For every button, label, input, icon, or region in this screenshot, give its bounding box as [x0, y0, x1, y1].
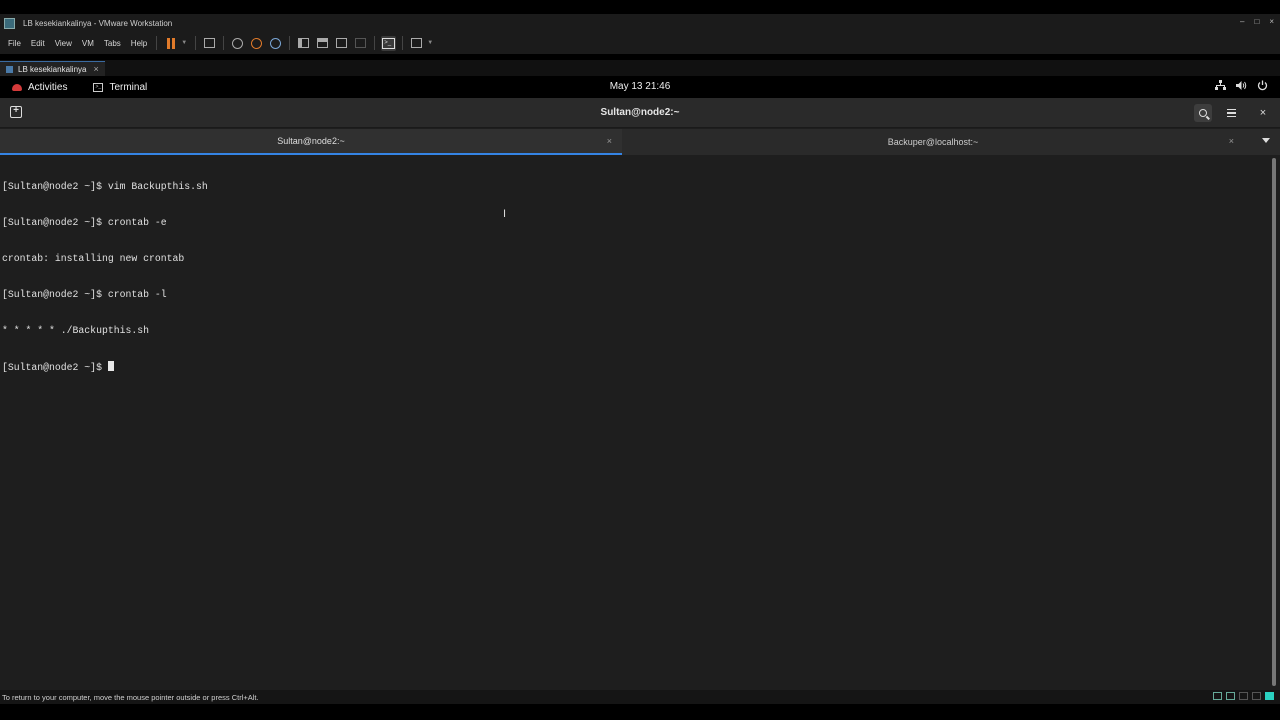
thumbnail-view-button[interactable]	[315, 36, 330, 51]
activities-button[interactable]: Activities	[12, 82, 67, 93]
usb-icon[interactable]	[1226, 692, 1235, 700]
send-ctrl-alt-del-button[interactable]	[202, 36, 217, 51]
message-icon[interactable]	[1265, 692, 1274, 700]
app-menu-terminal[interactable]: >_ Terminal	[93, 82, 147, 93]
tab-backuper-localhost[interactable]: Backuper@localhost:~ ×	[622, 129, 1244, 155]
stretch-guest-button[interactable]	[409, 36, 424, 51]
tab-sultan-node2[interactable]: Sultan@node2:~ ×	[0, 129, 622, 155]
snapshot-button[interactable]	[230, 36, 245, 51]
chevron-down-icon[interactable]	[1262, 138, 1270, 143]
terminal-headerbar: + Sultan@node2:~ ×	[0, 98, 1280, 128]
fullscreen-icon	[336, 38, 348, 48]
close-icon: ×	[1259, 107, 1267, 119]
thumbnail-icon	[317, 38, 329, 48]
menu-view[interactable]: View	[50, 39, 77, 48]
terminal-scrollbar[interactable]	[1272, 158, 1276, 686]
app-menu-label: Terminal	[109, 81, 148, 93]
menu-vm[interactable]: VM	[77, 39, 99, 48]
vmware-window-title: LB kesekiankalinya - VMware Workstation	[23, 18, 173, 28]
vmware-menubar: File Edit View VM Tabs Help ▼ >_ ▼	[0, 32, 1280, 54]
toolbar-separator	[402, 36, 404, 50]
stretch-icon	[411, 38, 423, 48]
terminal-output: [Sultan@node2 ~]$ vim Backupthis.sh [Sul…	[2, 157, 208, 397]
console-icon: >_	[382, 37, 396, 49]
menu-file[interactable]: File	[0, 39, 26, 48]
chevron-down-icon[interactable]: ▼	[181, 40, 187, 46]
clock[interactable]: May 13 21:46	[0, 76, 1280, 98]
status-message: To return to your computer, move the mou…	[2, 692, 259, 702]
terminal-prompt-line[interactable]: [Sultan@node2 ~]$	[2, 361, 208, 373]
toolbar-separator	[156, 36, 158, 50]
keyboard-icon	[204, 38, 216, 48]
snapshot-manager-button[interactable]	[268, 36, 283, 51]
network-icon	[1215, 80, 1226, 91]
vm-icon	[6, 65, 13, 73]
menu-tabs[interactable]: Tabs	[99, 39, 126, 48]
window-controls: – □ ×	[1240, 17, 1274, 26]
chevron-down-icon[interactable]: ▼	[427, 40, 433, 46]
toolbar-separator	[223, 36, 225, 50]
menu-edit[interactable]: Edit	[26, 39, 50, 48]
tab-label: Sultan@node2:~	[277, 136, 345, 146]
terminal-tabs: Sultan@node2:~ × Backuper@localhost:~ ×	[0, 129, 1280, 155]
close-window-icon[interactable]: ×	[1269, 17, 1274, 26]
clock-icon	[232, 37, 244, 49]
vmware-vm-tabs: LB kesekiankalinya ×	[0, 60, 1280, 76]
system-tray[interactable]	[1215, 80, 1268, 91]
display-icon[interactable]	[1252, 692, 1261, 700]
toolbar-separator	[374, 36, 376, 50]
terminal-line: crontab: installing new crontab	[2, 253, 185, 264]
close-icon[interactable]: ×	[93, 64, 98, 74]
library-view-button[interactable]	[296, 36, 311, 51]
search-button[interactable]	[1194, 104, 1212, 122]
vm-tab-lb-kesekiankalinya[interactable]: LB kesekiankalinya ×	[0, 61, 105, 76]
full-screen-button[interactable]	[334, 36, 349, 51]
vmware-app-icon	[4, 17, 15, 29]
revert-snapshot-button[interactable]	[249, 36, 264, 51]
terminal-line: [Sultan@node2 ~]$ crontab -l	[2, 289, 167, 300]
guest-screen[interactable]: Activities >_ Terminal May 13 21:46 + Su…	[0, 76, 1280, 690]
network-adapter-icon[interactable]	[1213, 692, 1222, 700]
close-button[interactable]: ×	[1254, 104, 1272, 122]
hamburger-icon	[1226, 108, 1236, 118]
text-cursor	[107, 361, 114, 371]
terminal-icon: >_	[93, 82, 104, 92]
vm-tab-label: LB kesekiankalinya	[18, 64, 87, 74]
sidebar-icon	[298, 38, 310, 48]
power-icon	[1257, 80, 1268, 91]
terminal-line: [Sultan@node2 ~]$ crontab -e	[2, 217, 167, 228]
unity-button[interactable]	[353, 36, 368, 51]
toolbar-separator	[195, 36, 197, 50]
toolbar-separator	[289, 36, 291, 50]
activities-label: Activities	[28, 81, 68, 93]
vmware-statusbar: To return to your computer, move the mou…	[0, 690, 1280, 704]
maximize-icon[interactable]: □	[1254, 17, 1259, 26]
terminal-line: [Sultan@node2 ~]$ vim Backupthis.sh	[2, 181, 208, 192]
snapshot-manager-icon	[270, 37, 282, 49]
ibeam-cursor-icon: I	[503, 208, 507, 220]
minimize-icon[interactable]: –	[1240, 17, 1244, 26]
sound-card-icon[interactable]	[1239, 692, 1248, 700]
terminal-window-title: Sultan@node2:~	[600, 107, 680, 118]
device-status-icons	[1213, 692, 1274, 700]
console-view-button[interactable]: >_	[381, 35, 397, 51]
menu-button[interactable]	[1222, 104, 1240, 122]
pause-icon	[166, 37, 175, 49]
redhat-icon	[12, 83, 22, 91]
search-icon	[1199, 109, 1207, 117]
close-icon[interactable]: ×	[1229, 136, 1234, 146]
volume-icon	[1236, 80, 1247, 91]
menu-help[interactable]: Help	[126, 39, 152, 48]
close-icon[interactable]: ×	[607, 136, 612, 146]
pause-vm-button[interactable]	[163, 36, 178, 51]
revert-icon	[251, 37, 263, 49]
terminal-line: * * * * * ./Backupthis.sh	[2, 325, 149, 336]
gnome-top-bar: Activities >_ Terminal May 13 21:46	[0, 76, 1280, 98]
unity-icon	[355, 38, 367, 48]
terminal-body[interactable]: [Sultan@node2 ~]$ vim Backupthis.sh [Sul…	[0, 156, 1280, 690]
terminal-prompt: [Sultan@node2 ~]$	[2, 362, 108, 373]
vmware-titlebar: LB kesekiankalinya - VMware Workstation …	[0, 14, 1280, 32]
tab-label: Backuper@localhost:~	[887, 137, 979, 147]
